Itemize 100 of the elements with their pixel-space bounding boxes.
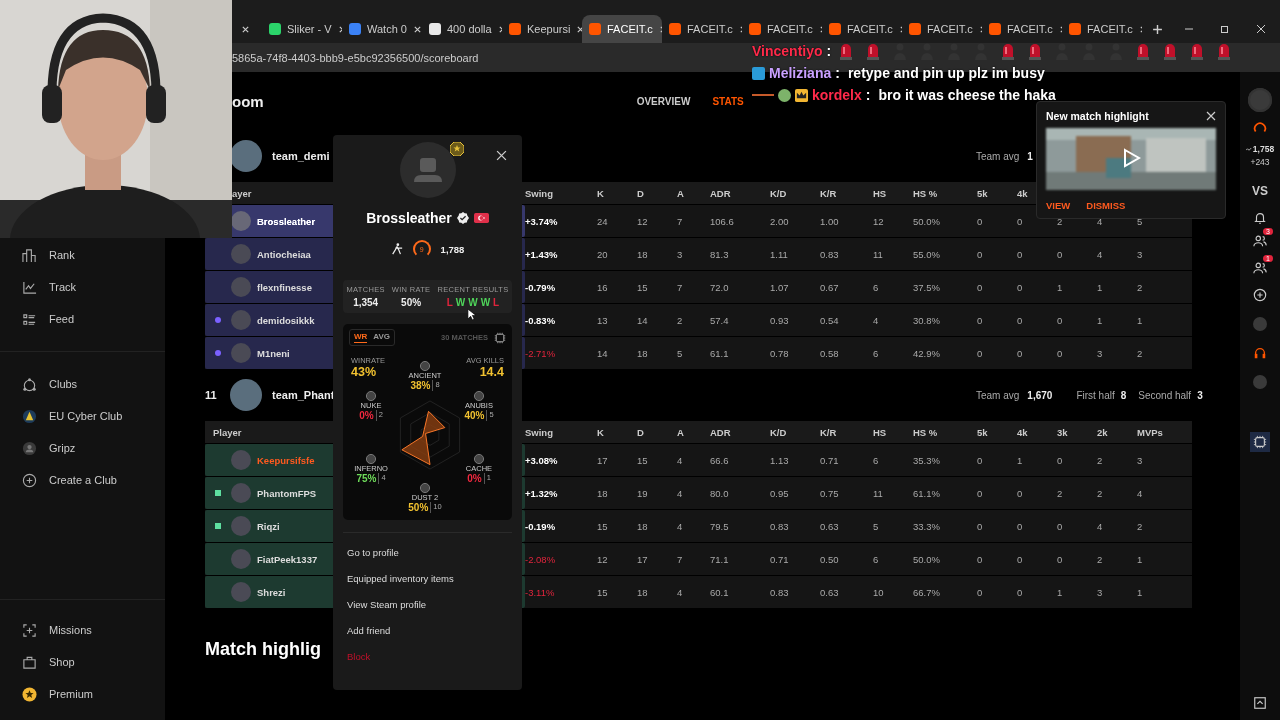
column-header: 4k (1017, 426, 1028, 438)
map-winrate: 75% (356, 473, 380, 484)
siren-emote-icon (1217, 42, 1232, 60)
chat-username: Vincentiyo (752, 43, 823, 59)
browser-tab[interactable]: 400 dolla (422, 15, 502, 43)
elo-change: +243 (1250, 157, 1270, 167)
table-cell-text: 3 (677, 248, 684, 260)
player-name[interactable]: demidosikkk (257, 314, 315, 326)
stat-mode-tab[interactable]: AVG (373, 332, 391, 343)
table-cell-text: 0.63 (820, 586, 840, 598)
table-cell-text: 0.71 (770, 553, 790, 565)
versus-link[interactable]: VS (1252, 184, 1268, 198)
player-name[interactable]: PhantomFPS (257, 487, 317, 499)
table-cell-text: 55.0% (913, 248, 941, 260)
sidebar-item[interactable]: Create a Club (0, 464, 165, 496)
bell-icon[interactable] (1253, 211, 1267, 225)
sidebar-item[interactable]: Track (0, 271, 165, 303)
browser-tab[interactable]: FACEIT.c (902, 15, 982, 43)
target-icon (22, 622, 37, 638)
column-header: K/D (770, 187, 787, 199)
table-cell-text: 2 (1137, 520, 1144, 532)
chip-icon[interactable] (494, 331, 506, 344)
people-icon[interactable] (1253, 261, 1267, 275)
notification-action[interactable]: VIEW (1046, 200, 1071, 211)
section-heading: Match highlig (205, 639, 321, 660)
address-field[interactable]: 5865a-74f8-4403-bbb9-e5bc92356500/scoreboard (232, 49, 479, 66)
menu-item[interactable]: Add friend (343, 624, 395, 637)
table-cell-text: 18 (637, 248, 649, 260)
table-cell-text: 0 (1017, 520, 1024, 532)
table-cell-text: 0.50 (820, 553, 840, 565)
siren-emote-icon (1190, 42, 1205, 60)
browser-tab[interactable]: FACEIT.c (582, 15, 662, 43)
browser-tab[interactable]: Watch 0 (342, 15, 422, 43)
browser-tab[interactable]: FACEIT.c (662, 15, 742, 43)
page-tab[interactable]: STATS (712, 95, 744, 107)
sidebar-item[interactable]: Clubs (0, 368, 165, 400)
half-score: 3 (1197, 389, 1203, 401)
table-cell-text: 4 (677, 586, 684, 598)
swing-cell-text: -0.83% (525, 314, 557, 326)
player-name[interactable]: Riqzi (257, 520, 280, 532)
table-cell-text: 4 (677, 487, 684, 499)
restore-icon[interactable] (1220, 24, 1230, 34)
map-winrate: 40% (464, 410, 488, 421)
sidebar-item[interactable]: EU Cyber Club (0, 400, 165, 432)
player-name[interactable]: M1neni (257, 347, 290, 359)
column-header: K/D (770, 426, 787, 438)
player-name[interactable]: flexnfinesse (257, 281, 312, 293)
gauge-icon (1253, 121, 1267, 135)
club-logo-icon (22, 408, 37, 424)
table-cell-text: 0.75 (820, 487, 840, 499)
sidebar-item[interactable]: Missions (0, 614, 165, 646)
browser-tab[interactable]: FACEIT.c (742, 15, 822, 43)
table-cell-text: 0.83 (770, 520, 790, 532)
table-cell-text: 2 (1097, 454, 1104, 466)
collapse-icon[interactable] (1253, 696, 1267, 710)
new-tab-icon[interactable] (1152, 23, 1163, 35)
page-tab[interactable]: OVERVIEW (636, 95, 691, 107)
player-name[interactable]: Brossleather (257, 215, 316, 227)
table-cell-text: 1 (1137, 314, 1144, 326)
plus-icon[interactable] (1253, 288, 1267, 302)
sidebar-item[interactable]: Gripz (0, 432, 165, 464)
player-name: Brossleather (366, 210, 452, 226)
table-cell-text: 0 (977, 520, 984, 532)
notification-action[interactable]: DISMISS (1086, 200, 1126, 211)
player-name[interactable]: Keepursifsfe (257, 454, 315, 466)
table-cell-text: 0.78 (770, 347, 790, 359)
menu-item[interactable]: Equipped inventory items (343, 572, 458, 585)
browser-tab[interactable]: FACEIT.c (1062, 15, 1142, 43)
table-cell-text: 14 (597, 347, 609, 359)
table-cell-text: 2 (1057, 487, 1064, 499)
browser-tab[interactable]: Sliker - V (262, 15, 342, 43)
headset-icon[interactable] (1253, 346, 1267, 360)
stat-mode-tab[interactable]: WR (354, 332, 368, 343)
table-cell-text: 0 (1057, 248, 1064, 260)
sidebar-item[interactable]: Premium (0, 678, 165, 710)
player-name[interactable]: Antiocheiaa (257, 248, 311, 260)
chat-username: kordelx (812, 87, 862, 103)
menu-item[interactable]: Go to profile (343, 546, 403, 559)
team-avatar (230, 140, 262, 172)
table-cell-text: 50.0% (913, 553, 941, 565)
table-cell-text: 3 (1137, 454, 1144, 466)
browser-tab[interactable]: FACEIT.c (982, 15, 1062, 43)
sidebar-item[interactable]: Feed (0, 303, 165, 335)
sidebar-item[interactable]: Rank (0, 239, 165, 271)
menu-item[interactable]: View Steam profile (343, 598, 431, 611)
sidebar-item[interactable]: Shop (0, 646, 165, 678)
chip-icon[interactable] (1250, 432, 1270, 452)
table-cell-text: 0.95 (770, 487, 790, 499)
table-cell-text: 12 (637, 215, 649, 227)
player-name[interactable]: Shrezi (257, 586, 286, 598)
browser-tab[interactable]: FACEIT.c (822, 15, 902, 43)
table-cell-text: 10 (873, 586, 885, 598)
table-cell-text: 0 (977, 347, 984, 359)
chat-separator: : (865, 87, 871, 103)
people-icon[interactable] (1253, 234, 1267, 248)
player-name[interactable]: FiatPeek1337 (257, 553, 318, 565)
play-icon[interactable] (1121, 148, 1141, 168)
table-cell-text: 0 (1057, 314, 1064, 326)
column-header: ayer (232, 187, 252, 199)
table-cell-text: 14 (637, 314, 649, 326)
